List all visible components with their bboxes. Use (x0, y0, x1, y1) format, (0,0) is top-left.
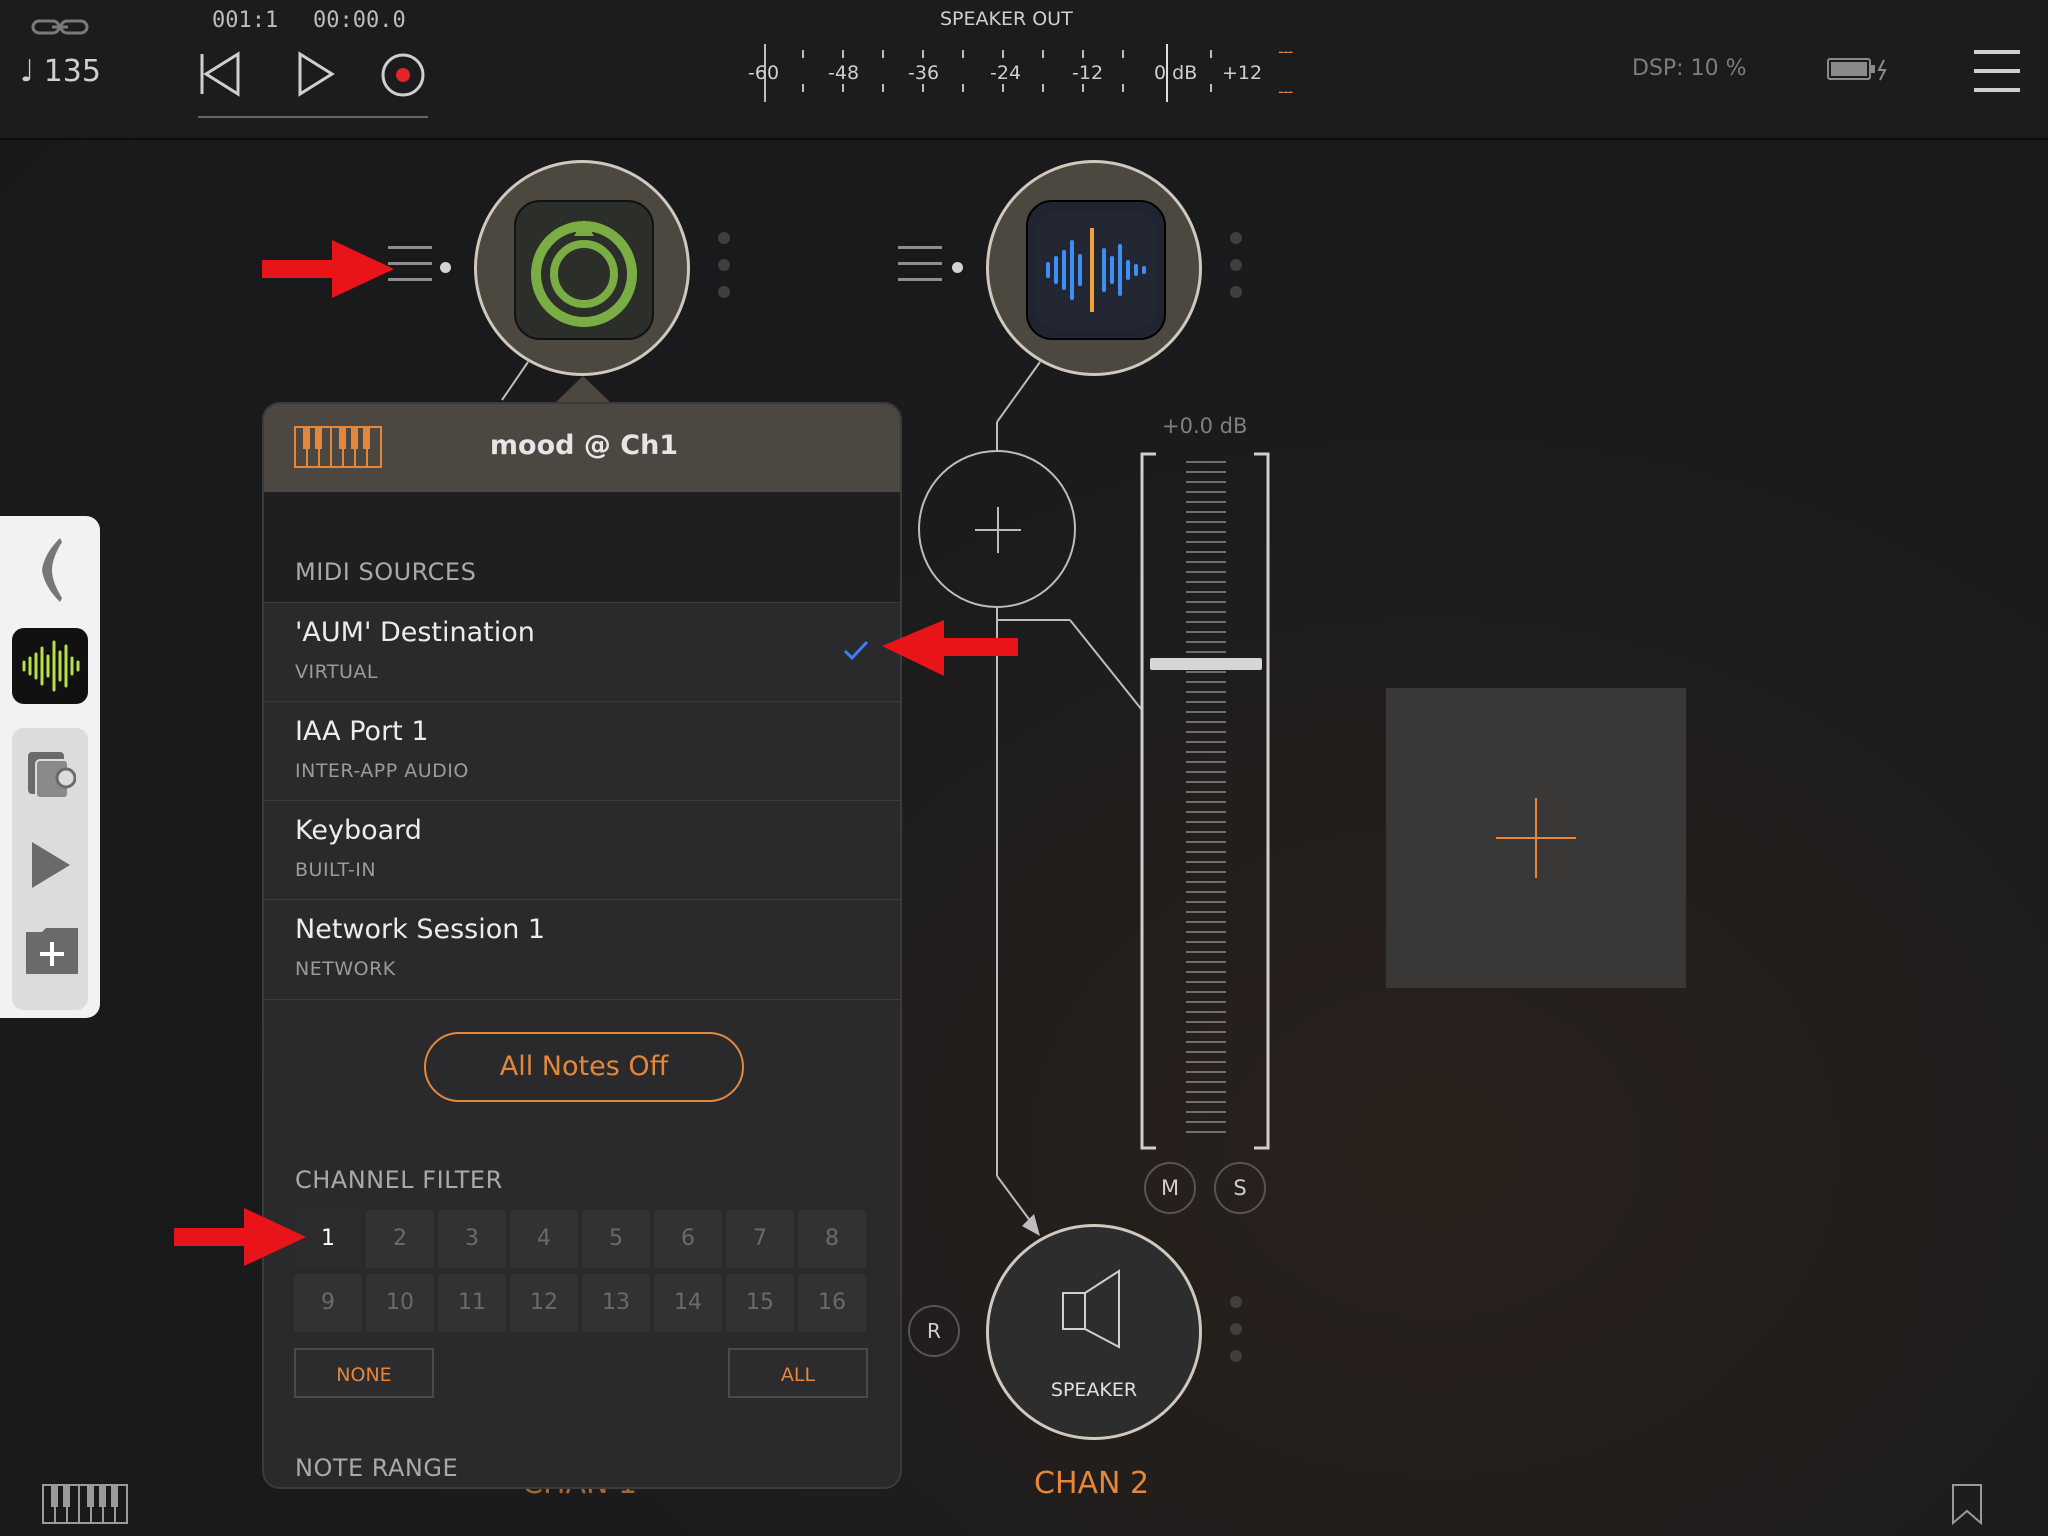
midi-source-name: IAA Port 1 (295, 716, 429, 747)
source-indicator-dot (440, 262, 451, 273)
audio-plugin-node[interactable] (986, 160, 1202, 376)
channel-filter-button[interactable]: 3 (438, 1210, 506, 1268)
speaker-label: SPEAKER (1050, 1379, 1138, 1401)
channel-filter-button[interactable]: 9 (294, 1274, 362, 1332)
channel2-source-menu-icon[interactable] (898, 246, 942, 294)
midi-source-type: INTER-APP AUDIO (295, 760, 469, 782)
channel-filter-grid: 1 2 3 4 5 6 7 8 9 10 11 12 13 14 15 16 (294, 1210, 874, 1334)
channel-filter-button[interactable]: 16 (798, 1274, 866, 1332)
mood-plugin-node[interactable] (474, 160, 690, 376)
channel-filter-button[interactable]: 4 (510, 1210, 578, 1268)
channel-filter-button[interactable]: 13 (582, 1274, 650, 1332)
midi-source-name: Keyboard (295, 815, 422, 846)
app-switcher-sidebar (0, 516, 100, 1018)
midi-source-type: VIRTUAL (295, 661, 379, 683)
channel-filter-button[interactable]: 14 (654, 1274, 722, 1332)
plus-icon (975, 507, 1021, 553)
midi-source-type: BUILT-IN (295, 859, 377, 881)
sidebar-tools (12, 728, 88, 1010)
midi-source-item[interactable]: Keyboard BUILT-IN (264, 800, 900, 900)
channel-none-button[interactable]: NONE (294, 1348, 434, 1398)
channel-filter-button[interactable]: 12 (510, 1274, 578, 1332)
channel-filter-button[interactable]: 11 (438, 1274, 506, 1332)
channel-filter-button[interactable]: 15 (726, 1274, 794, 1332)
channel2-node-more-icon[interactable] (1230, 232, 1242, 313)
channel-filter-button[interactable]: 2 (366, 1210, 434, 1268)
speaker-output-node[interactable]: SPEAKER (986, 1224, 1202, 1440)
checkmark-icon (843, 640, 869, 661)
record-arm-button[interactable]: R (908, 1305, 960, 1357)
channel-filter-button[interactable]: 8 (798, 1210, 866, 1268)
annotation-arrow (882, 620, 1018, 676)
midi-source-type: NETWORK (295, 958, 396, 980)
midi-source-name: Network Session 1 (295, 914, 546, 945)
channel-filter-button[interactable]: 7 (726, 1210, 794, 1268)
midi-sources-label: MIDI SOURCES (295, 558, 477, 586)
channel-all-button[interactable]: ALL (728, 1348, 868, 1398)
midi-source-item[interactable]: 'AUM' Destination VIRTUAL (264, 602, 900, 702)
bookmark-icon[interactable] (1950, 1482, 1984, 1526)
solo-button[interactable]: S (1214, 1162, 1266, 1214)
midi-source-name: 'AUM' Destination (295, 617, 535, 648)
volume-fader[interactable] (1140, 452, 1270, 1150)
channel-filter-button[interactable]: 10 (366, 1274, 434, 1332)
fader-track (1140, 452, 1270, 1150)
source-indicator-dot (952, 262, 963, 273)
current-app-icon[interactable] (12, 628, 88, 704)
keyboard-icon[interactable] (42, 1484, 128, 1524)
note-range-label: NOTE RANGE (295, 1454, 459, 1482)
channel-filter-button[interactable]: 6 (654, 1210, 722, 1268)
fader-gain-readout: +0.0 dB (1162, 414, 1248, 438)
mood-app-icon (514, 200, 654, 340)
add-channel-button[interactable] (1386, 688, 1686, 988)
speaker-icon (1062, 1269, 1120, 1349)
plus-icon (1496, 798, 1576, 878)
waveform-app-icon (1026, 200, 1166, 340)
channel2-label[interactable]: CHAN 2 (1034, 1466, 1149, 1501)
mute-button[interactable]: M (1144, 1162, 1196, 1214)
fader-handle[interactable] (1150, 658, 1262, 670)
add-folder-icon[interactable] (24, 924, 80, 976)
popover-header: mood @ Ch1 (264, 404, 900, 492)
speaker-node-more-icon[interactable] (1230, 1296, 1242, 1377)
add-effect-button[interactable] (918, 450, 1076, 608)
popover-title: mood @ Ch1 (489, 430, 679, 461)
midi-settings-popover: mood @ Ch1 MIDI SOURCES 'AUM' Destinatio… (262, 402, 902, 1489)
midi-source-item[interactable]: IAA Port 1 INTER-APP AUDIO (264, 701, 900, 801)
play-icon[interactable] (28, 838, 74, 892)
all-notes-off-button[interactable]: All Notes Off (424, 1032, 744, 1102)
midi-source-item[interactable]: Network Session 1 NETWORK (264, 899, 900, 1000)
channel-filter-button[interactable]: 5 (582, 1210, 650, 1268)
channel-filter-label: CHANNEL FILTER (295, 1166, 503, 1194)
annotation-arrow (262, 240, 394, 298)
channel1-node-more-icon[interactable] (718, 232, 730, 313)
switch-app-icon[interactable] (26, 748, 76, 802)
popover-pointer (554, 376, 612, 404)
annotation-arrow (174, 1208, 306, 1266)
chevron-left-icon[interactable] (34, 534, 66, 606)
